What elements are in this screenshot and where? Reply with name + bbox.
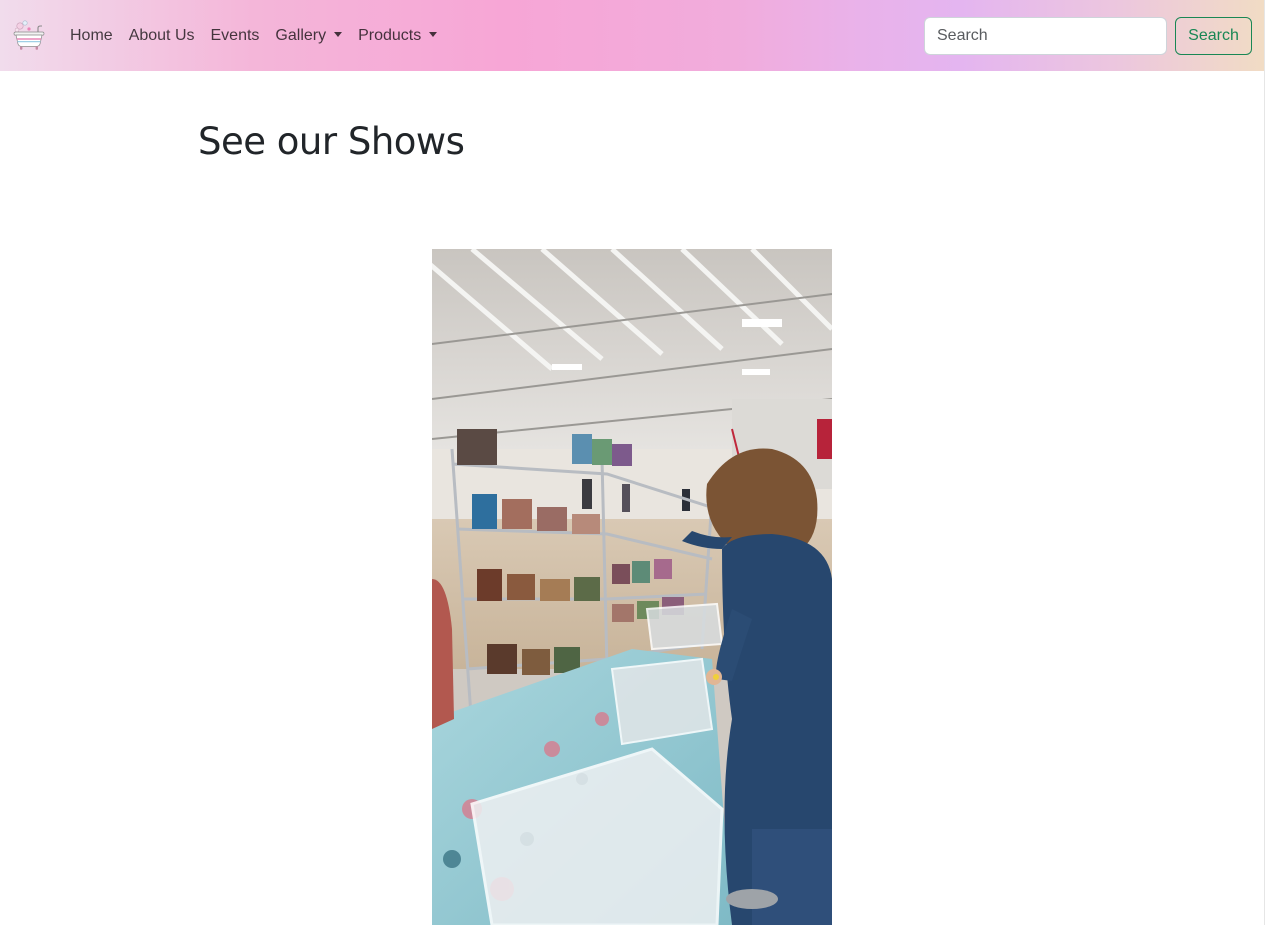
search-input[interactable] <box>924 17 1167 55</box>
nav-about-us-link[interactable]: About Us <box>121 19 203 53</box>
caret-down-icon <box>334 32 343 37</box>
nav-gallery-label: Gallery <box>275 26 327 44</box>
search-button[interactable]: Search <box>1175 17 1252 55</box>
top-navbar: Home About Us Events Gallery Products Se… <box>0 0 1265 71</box>
nav-links: Home About Us Events Gallery Products <box>62 0 445 71</box>
nav-products-dropdown[interactable]: Products <box>350 19 445 53</box>
nav-events-label: Events <box>210 26 260 44</box>
nav-gallery-dropdown[interactable]: Gallery <box>267 19 350 53</box>
nav-home-label: Home <box>70 26 113 44</box>
nav-about-us-label: About Us <box>128 26 195 44</box>
nav-events-link[interactable]: Events <box>203 19 268 53</box>
bathtub-logo-icon[interactable] <box>11 18 47 52</box>
search-form: Search <box>924 17 1252 55</box>
page-title: See our Shows <box>198 120 465 163</box>
nav-products-label: Products <box>358 26 422 44</box>
nav-home-link[interactable]: Home <box>62 19 121 53</box>
show-photo <box>432 249 832 925</box>
caret-down-icon <box>429 32 438 37</box>
